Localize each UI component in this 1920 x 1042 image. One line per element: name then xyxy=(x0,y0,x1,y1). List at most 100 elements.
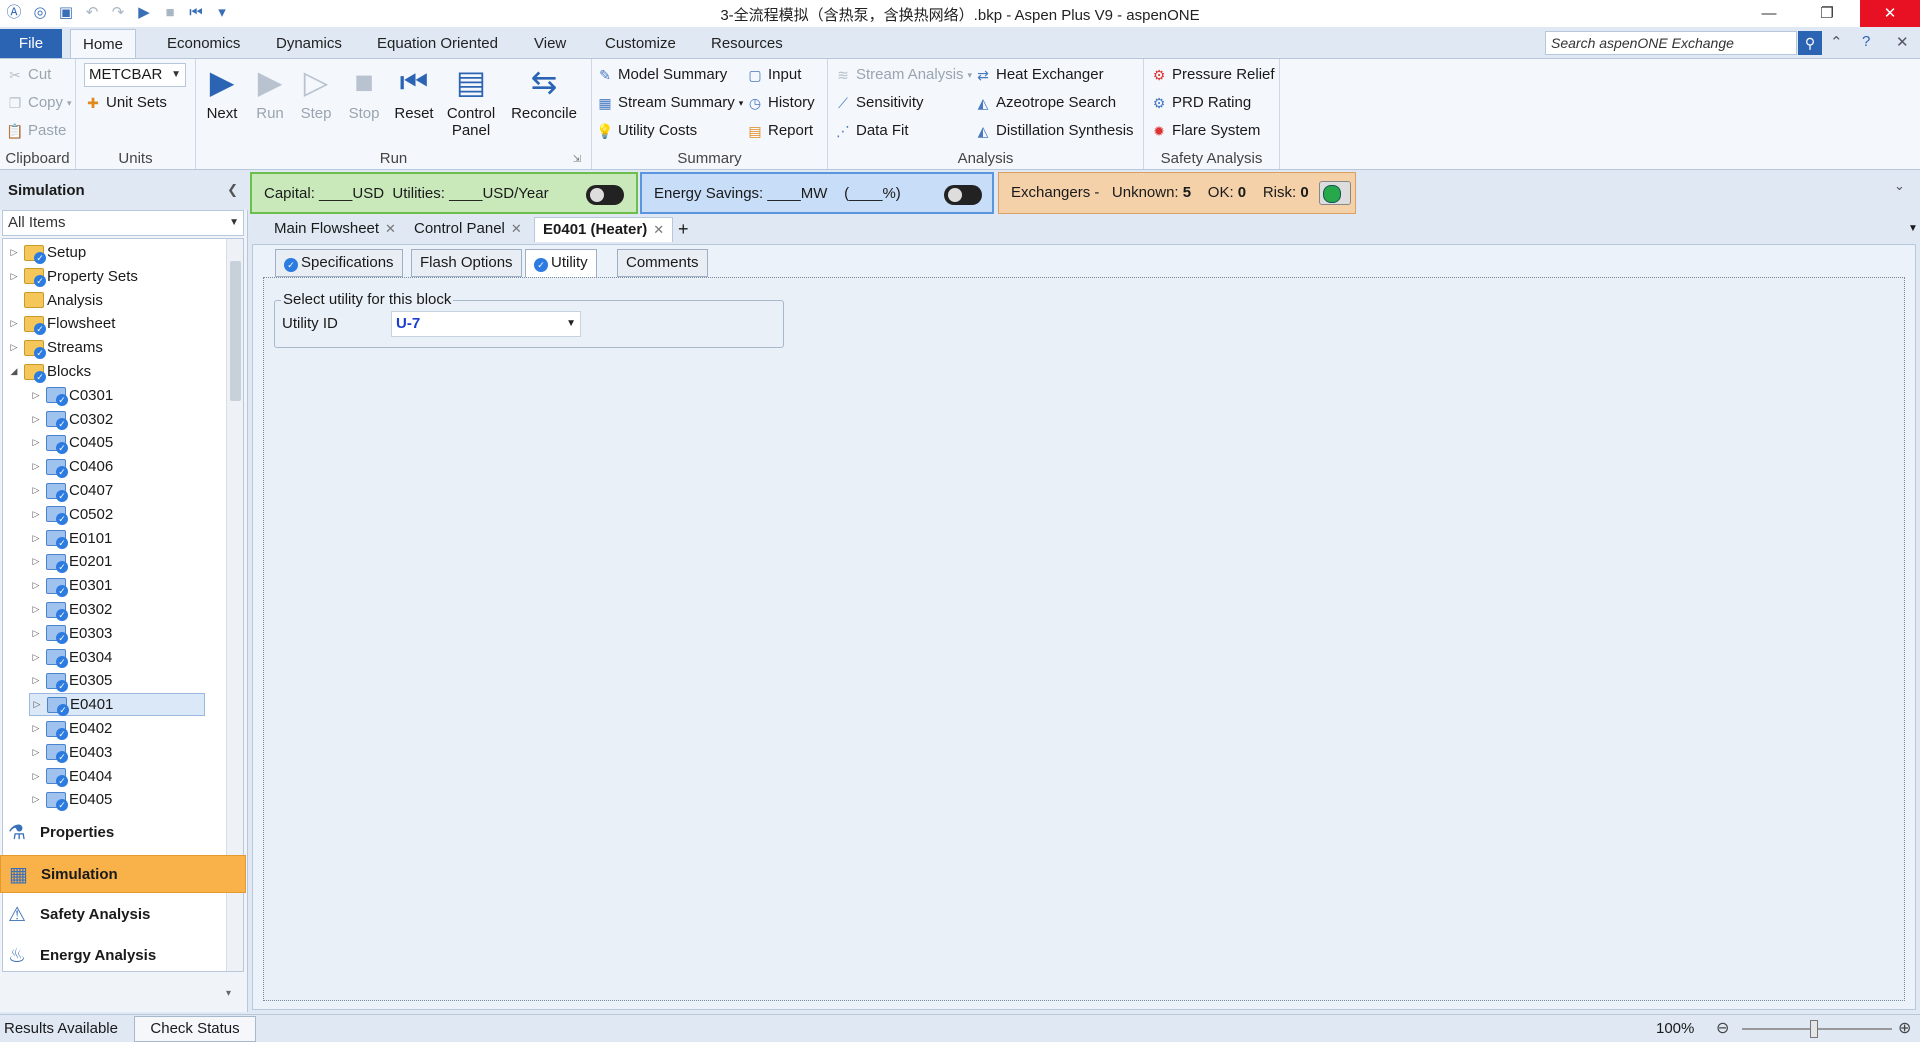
distillation-synthesis-button[interactable]: ◭ Distillation Synthesis xyxy=(974,119,1134,143)
expand-arrow-icon[interactable]: ▷ xyxy=(29,408,43,431)
expand-dashboard-icon[interactable]: ⌄ xyxy=(1894,178,1905,194)
tree-item[interactable]: ▷ C0302 xyxy=(29,408,205,431)
stream-summary-button[interactable]: ▦ Stream Summary ▾ xyxy=(596,91,743,115)
check-status-button[interactable]: Check Status xyxy=(134,1016,256,1042)
expand-arrow-icon[interactable]: ▷ xyxy=(7,312,21,335)
expand-arrow-icon[interactable]: ▷ xyxy=(29,550,43,573)
expand-arrow-icon[interactable]: ▷ xyxy=(29,574,43,597)
scrollbar-thumb[interactable] xyxy=(230,261,241,401)
tree-item[interactable]: ▷ Streams xyxy=(7,336,207,359)
tree-item[interactable]: ▷ E0201 xyxy=(29,550,205,573)
tree-item[interactable]: ▷ C0502 xyxy=(29,503,205,526)
tree-item[interactable]: ▷ E0403 xyxy=(29,741,205,764)
tree-item[interactable]: ▷ E0302 xyxy=(29,598,205,621)
expand-arrow-icon[interactable]: ▷ xyxy=(29,717,43,740)
tree-item[interactable]: ▷ E0304 xyxy=(29,646,205,669)
search-icon[interactable]: ⚲ xyxy=(1798,31,1822,55)
expand-arrow-icon[interactable]: ▷ xyxy=(29,741,43,764)
exchanger-status-icon[interactable] xyxy=(1319,181,1351,205)
unit-set-select[interactable]: METCBAR ▼ xyxy=(84,63,186,87)
tree-item[interactable]: ▷ Property Sets xyxy=(7,265,207,288)
heat-exchanger-button[interactable]: ⇄ Heat Exchanger xyxy=(974,63,1103,87)
expand-arrow-icon[interactable]: ▷ xyxy=(29,646,43,669)
tree-item[interactable]: ▷ Setup xyxy=(7,241,207,264)
expand-arrow-icon[interactable]: ▷ xyxy=(30,693,44,716)
step-button[interactable]: ▷ Step xyxy=(296,63,336,122)
nav-section-simulation[interactable]: ▦ Simulation xyxy=(0,855,246,893)
maximize-button[interactable]: ❐ xyxy=(1804,0,1850,27)
nav-section-safety-analysis[interactable]: ⚠ Safety Analysis xyxy=(0,896,246,934)
expand-arrow-icon[interactable]: ▷ xyxy=(29,503,43,526)
help-icon[interactable]: ? xyxy=(1862,33,1870,50)
flare-system-button[interactable]: ✹ Flare System xyxy=(1150,119,1260,143)
chevron-left-icon[interactable]: ❮ xyxy=(227,182,238,198)
nav-section-properties[interactable]: ⚗ Properties xyxy=(0,814,246,852)
cut-button[interactable]: ✂ Cut xyxy=(6,63,51,87)
zoom-slider-thumb[interactable] xyxy=(1810,1020,1818,1038)
expand-arrow-icon[interactable]: ▷ xyxy=(29,598,43,621)
more-sections-icon[interactable]: ▾ xyxy=(226,988,231,999)
next-button[interactable]: ▶ Next xyxy=(202,63,242,122)
tree-item[interactable]: ▷ E0303 xyxy=(29,622,205,645)
expand-arrow-icon[interactable]: ▷ xyxy=(29,788,43,811)
expand-arrow-icon[interactable]: ▷ xyxy=(29,527,43,550)
close-tab-icon[interactable]: ✕ xyxy=(511,221,522,236)
minimize-button[interactable]: — xyxy=(1746,0,1792,27)
tab-view[interactable]: View xyxy=(522,29,578,58)
tab-file[interactable]: File xyxy=(0,29,62,58)
tree-item[interactable]: ▷ E0405 xyxy=(29,788,205,811)
close-tab-icon[interactable]: ✕ xyxy=(653,222,664,237)
expand-arrow-icon[interactable]: ▷ xyxy=(29,622,43,645)
data-fit-button[interactable]: ⋰ Data Fit xyxy=(834,119,909,143)
expand-arrow-icon[interactable]: ▷ xyxy=(29,669,43,692)
model-summary-button[interactable]: ✎ Model Summary xyxy=(596,63,727,87)
tree-item[interactable]: Analysis xyxy=(7,289,207,312)
tab-list-icon[interactable]: ▼ xyxy=(1900,217,1920,242)
doc-tab-control-panel[interactable]: Control Panel ✕ xyxy=(406,217,530,242)
tab-dynamics[interactable]: Dynamics xyxy=(264,29,354,58)
search-input[interactable]: Search aspenONE Exchange xyxy=(1545,31,1797,55)
utility-costs-button[interactable]: 💡 Utility Costs xyxy=(596,119,697,143)
close-button[interactable]: ✕ xyxy=(1860,0,1920,27)
tab-resources[interactable]: Resources xyxy=(699,29,795,58)
stream-analysis-button[interactable]: ≋ Stream Analysis ▾ xyxy=(834,63,972,87)
reset-button[interactable]: ⏮ Reset xyxy=(392,63,436,122)
capital-toggle[interactable] xyxy=(586,185,624,205)
copy-button[interactable]: ❐ Copy ▾ xyxy=(6,91,72,115)
zoom-out-icon[interactable]: ⊖ xyxy=(1716,1015,1729,1042)
tree-item[interactable]: ▷ E0402 xyxy=(29,717,205,740)
reconcile-button[interactable]: ⇆ Reconcile xyxy=(508,63,580,122)
pressure-relief-button[interactable]: ⚙ Pressure Relief xyxy=(1150,63,1275,87)
run-button[interactable]: ▶ Run xyxy=(250,63,290,122)
tab-economics[interactable]: Economics xyxy=(155,29,252,58)
tree-item[interactable]: ▷ Flowsheet xyxy=(7,312,207,335)
tree-item[interactable]: ▷ C0406 xyxy=(29,455,205,478)
doc-tab-main-flowsheet[interactable]: Main Flowsheet ✕ xyxy=(266,217,404,242)
nav-section-energy-analysis[interactable]: ♨ Energy Analysis xyxy=(0,937,246,975)
minimize-ribbon-icon[interactable]: ⌃ xyxy=(1830,33,1843,51)
input-button[interactable]: ▢ Input xyxy=(746,63,801,87)
tree-item[interactable]: ▷ E0101 xyxy=(29,527,205,550)
dialog-launcher-icon[interactable]: ⇲ xyxy=(573,154,581,165)
tab-specifications[interactable]: ✓ Specifications xyxy=(275,249,403,277)
report-button[interactable]: ▤ Report xyxy=(746,119,813,143)
expand-arrow-icon[interactable]: ◢ xyxy=(7,360,21,383)
tab-utility[interactable]: ✓ Utility xyxy=(525,249,597,279)
tree-item[interactable]: ▷ C0407 xyxy=(29,479,205,502)
new-tab-icon[interactable]: + xyxy=(670,217,697,242)
tree-item[interactable]: ▷ E0305 xyxy=(29,669,205,692)
expand-arrow-icon[interactable]: ▷ xyxy=(29,431,43,454)
close-tab-icon[interactable]: ✕ xyxy=(385,221,396,236)
navigator-filter-select[interactable]: All Items ▼ xyxy=(2,210,244,236)
unit-sets-button[interactable]: ✚ Unit Sets xyxy=(84,91,167,115)
azeotrope-search-button[interactable]: ◭ Azeotrope Search xyxy=(974,91,1116,115)
expand-arrow-icon[interactable]: ▷ xyxy=(29,479,43,502)
tab-home[interactable]: Home xyxy=(70,29,137,58)
utility-id-select[interactable]: U-7 ▼ xyxy=(391,311,581,337)
prd-rating-button[interactable]: ⚙ PRD Rating xyxy=(1150,91,1251,115)
stop-button[interactable]: ■ Stop xyxy=(344,63,384,122)
expand-arrow-icon[interactable]: ▷ xyxy=(7,265,21,288)
expand-arrow-icon[interactable]: ▷ xyxy=(7,336,21,359)
expand-arrow-icon[interactable]: ▷ xyxy=(29,384,43,407)
tree-item[interactable]: ▷ E0404 xyxy=(29,765,205,788)
